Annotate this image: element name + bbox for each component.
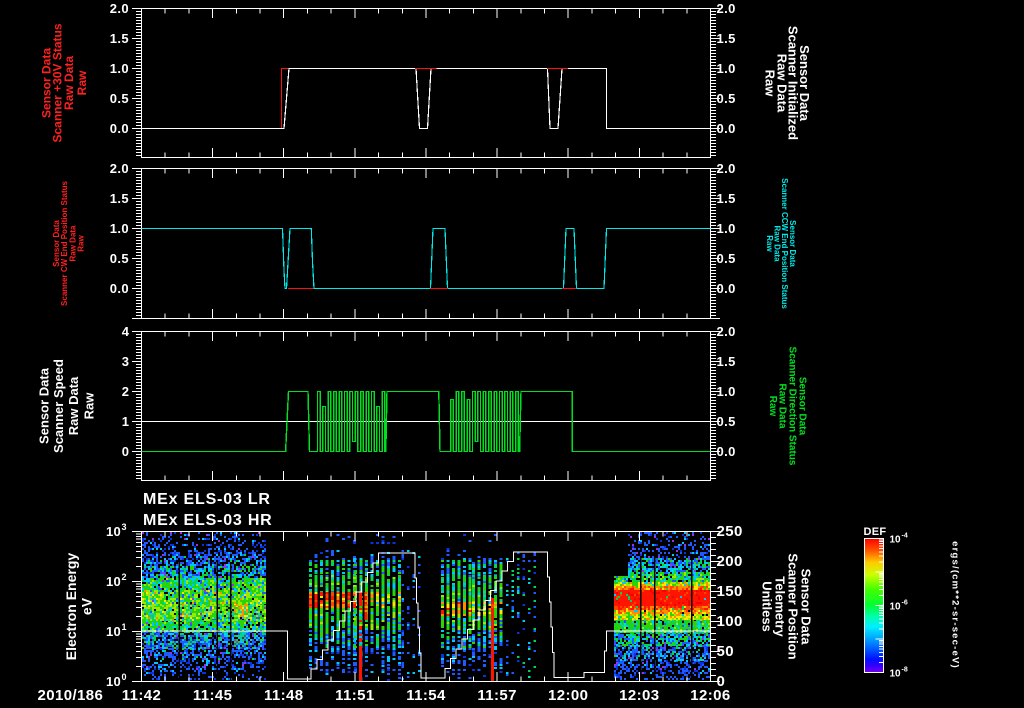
svg-text:11:42: 11:42 [122,687,162,704]
svg-text:10: 10 [890,535,902,546]
svg-text:50: 50 [717,643,735,660]
svg-text:1: 1 [122,414,129,429]
svg-text:2010/186: 2010/186 [38,687,104,704]
svg-text:1.0: 1.0 [717,384,736,399]
svg-text:Raw: Raw [767,396,778,417]
svg-text:250: 250 [717,523,743,540]
svg-text:Raw: Raw [763,70,778,98]
svg-text:Unitless: Unitless [760,581,775,632]
svg-text:Raw: Raw [765,235,774,252]
svg-text:0.0: 0.0 [717,121,736,136]
svg-text:10: 10 [106,524,121,539]
svg-text:DEF: DEF [864,526,887,538]
svg-text:0.5: 0.5 [110,251,129,266]
svg-text:Scanner Speed: Scanner Speed [51,359,66,453]
svg-text:MEx ELS-03 HR: MEx ELS-03 HR [143,512,273,529]
svg-text:0.0: 0.0 [717,281,736,296]
svg-text:12:00: 12:00 [548,687,588,704]
svg-text:1.0: 1.0 [110,221,129,236]
svg-text:0.0: 0.0 [717,444,736,459]
svg-text:0.5: 0.5 [717,91,736,106]
svg-text:12:06: 12:06 [690,687,730,704]
svg-text:1.0: 1.0 [110,61,129,76]
svg-text:0.5: 0.5 [717,251,736,266]
svg-text:-6: -6 [902,600,908,607]
svg-text:2.0: 2.0 [110,161,129,176]
svg-text:1.5: 1.5 [110,31,129,46]
svg-text:11:57: 11:57 [477,687,517,704]
svg-text:2: 2 [122,572,127,582]
svg-text:1.5: 1.5 [717,191,736,206]
svg-text:2.0: 2.0 [717,161,736,176]
svg-text:Raw Data: Raw Data [66,376,81,435]
svg-text:-8: -8 [902,667,908,674]
svg-text:3: 3 [122,354,129,369]
svg-text:100: 100 [717,613,743,630]
svg-text:0: 0 [122,672,127,682]
svg-text:eV: eV [79,597,95,615]
svg-text:0.0: 0.0 [110,281,129,296]
svg-text:11:48: 11:48 [264,687,304,704]
svg-text:MEx ELS-03 LR: MEx ELS-03 LR [143,491,271,508]
svg-text:0.5: 0.5 [717,414,736,429]
svg-text:Sensor Data: Sensor Data [37,367,52,444]
svg-text:0.0: 0.0 [110,121,129,136]
svg-text:10: 10 [106,624,121,639]
svg-text:2.0: 2.0 [717,1,736,16]
svg-text:150: 150 [717,583,743,600]
svg-text:ergs/(cm**2-sr-sec-eV): ergs/(cm**2-sr-sec-eV) [950,541,961,669]
svg-text:12:03: 12:03 [619,687,659,704]
svg-text:1.5: 1.5 [717,31,736,46]
svg-text:10: 10 [890,669,902,680]
svg-text:3: 3 [122,522,127,532]
svg-text:Raw: Raw [75,70,89,95]
svg-text:10: 10 [106,574,121,589]
svg-text:2: 2 [122,384,129,399]
svg-text:2.0: 2.0 [717,324,736,339]
svg-text:200: 200 [717,553,743,570]
svg-text:10: 10 [890,602,902,613]
svg-text:10: 10 [106,674,121,689]
svg-text:11:54: 11:54 [406,687,446,704]
svg-text:0: 0 [122,444,129,459]
svg-text:4: 4 [122,324,130,339]
svg-text:1.5: 1.5 [717,354,736,369]
svg-text:1.5: 1.5 [110,191,129,206]
svg-text:2.0: 2.0 [110,1,129,16]
svg-text:11:45: 11:45 [193,687,233,704]
svg-text:0.5: 0.5 [110,91,129,106]
svg-text:1.0: 1.0 [717,61,736,76]
svg-text:-4: -4 [902,533,908,540]
svg-text:Raw: Raw [77,235,86,252]
svg-text:1: 1 [122,622,127,632]
svg-text:Raw: Raw [82,392,97,420]
svg-text:Raw Data: Raw Data [62,56,76,110]
svg-text:Electron Energy: Electron Energy [63,553,79,661]
svg-text:1.0: 1.0 [717,221,736,236]
svg-text:11:51: 11:51 [335,687,375,704]
